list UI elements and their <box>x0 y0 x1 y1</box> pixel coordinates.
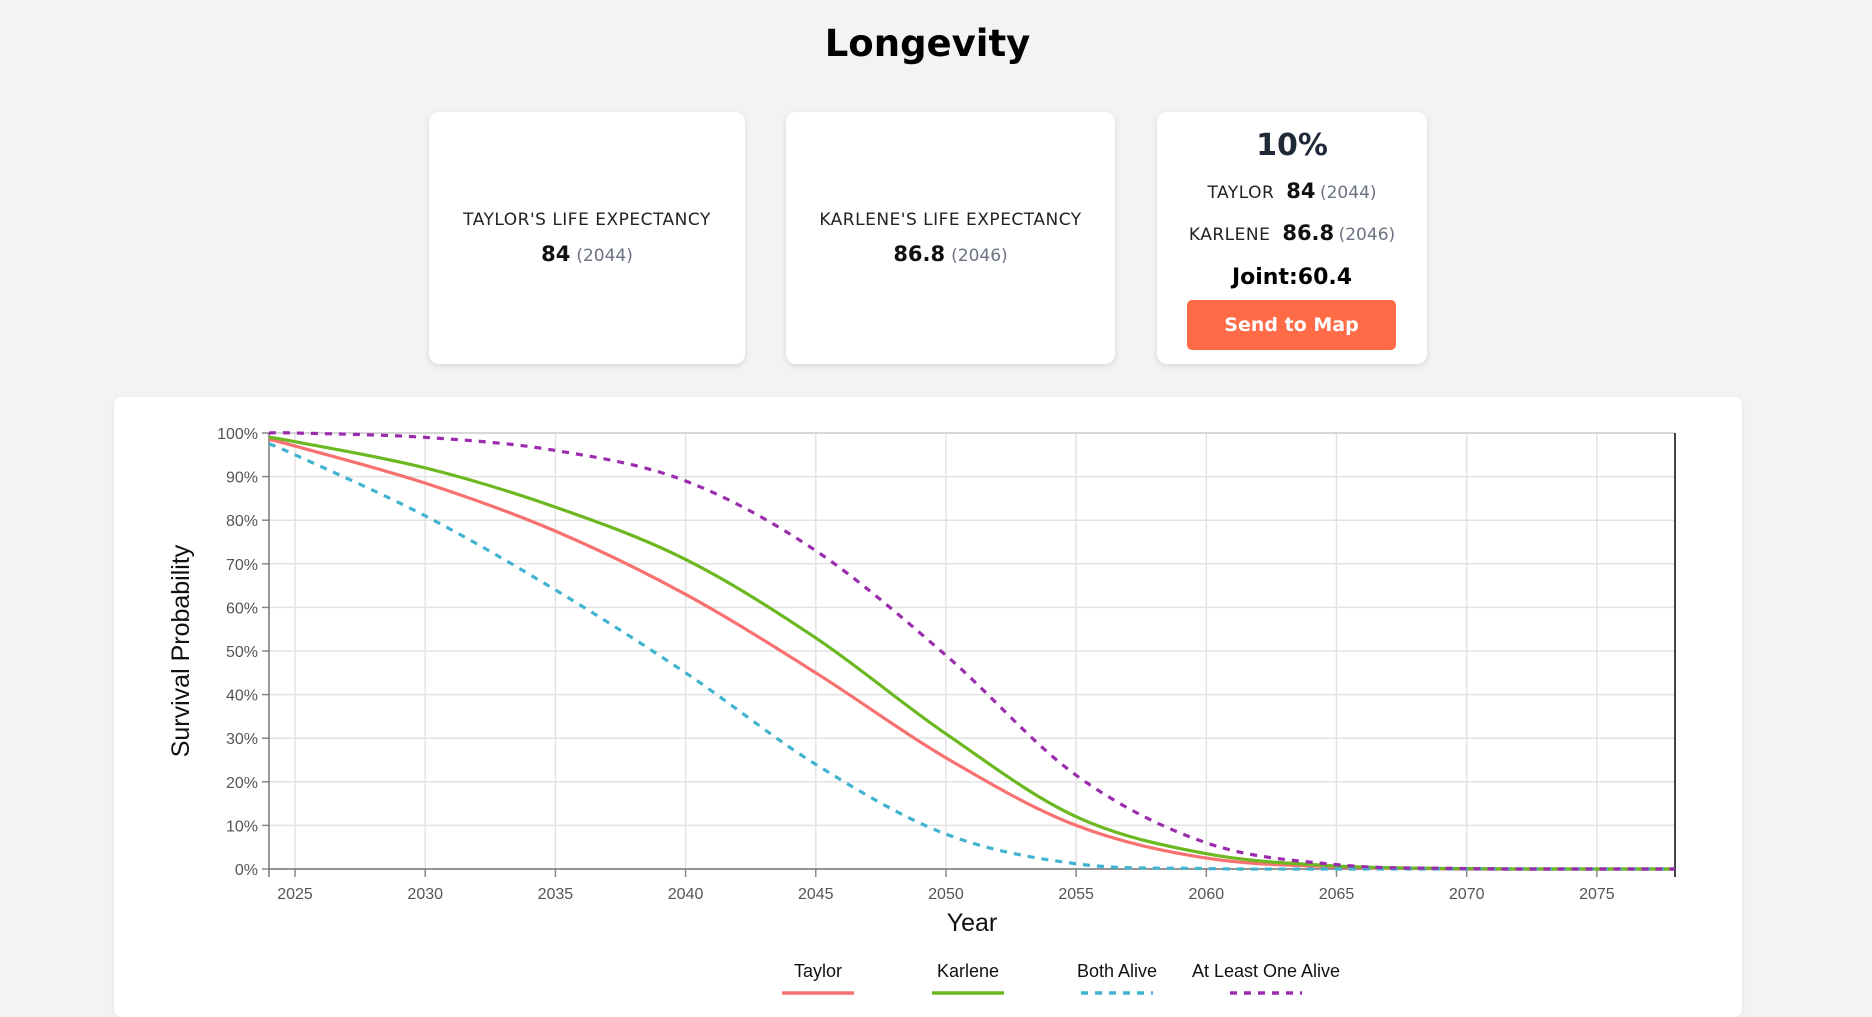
joint-row-taylor: TAYLOR 84 (2044) <box>1157 179 1427 203</box>
series-line-both-alive <box>268 442 1675 871</box>
legend-label: Karlene <box>937 961 999 981</box>
taylor-card-label: TAYLOR'S LIFE EXPECTANCY <box>463 210 711 230</box>
y-tick-label: 40% <box>226 688 258 705</box>
y-tick-label: 30% <box>226 731 258 748</box>
taylor-card-value: 84 <box>541 242 571 266</box>
y-tick-label: 70% <box>226 557 258 574</box>
y-tick-label: 90% <box>226 470 258 487</box>
x-axis-title: Year <box>947 909 998 937</box>
y-tick-label: 20% <box>226 775 258 792</box>
joint-row-karlene: KARLENE 86.8 (2046) <box>1157 221 1427 245</box>
x-tick-label: 2025 <box>277 886 313 903</box>
x-tick-label: 2070 <box>1449 886 1485 903</box>
survival-chart: 0% 10% 20% 30% 40% 50% 60% 70% 80% 90% 100% 2025 203… <box>167 426 1676 995</box>
joint-row-value: 84 <box>1286 179 1316 203</box>
taylor-card-year: (2044) <box>576 246 633 266</box>
y-tick-label: 10% <box>226 818 258 835</box>
page-title: Longevity <box>824 22 1031 65</box>
joint-percent: 10% <box>1256 128 1328 163</box>
joint-probability-card: 10% TAYLOR 84 (2044) KARLENE 86.8 (2046)… <box>1157 112 1427 364</box>
joint-row-name: KARLENE <box>1188 225 1271 245</box>
karlene-card-value: 86.8 <box>893 242 946 266</box>
karlene-life-expectancy-card: KARLENE'S LIFE EXPECTANCY 86.8 (2046) <box>786 112 1115 364</box>
y-tick-label: 100% <box>217 426 258 443</box>
x-tick-label: 2065 <box>1319 886 1355 903</box>
karlene-card-year: (2046) <box>951 246 1008 266</box>
joint-row-name: TAYLOR <box>1207 183 1275 203</box>
y-tick-label: 60% <box>226 600 258 617</box>
y-tick-label: 80% <box>226 513 258 530</box>
series-line-taylor <box>268 437 1675 871</box>
y-tick-label: 0% <box>235 862 258 879</box>
taylor-life-expectancy-card: TAYLOR'S LIFE EXPECTANCY 84 (2044) <box>429 112 745 364</box>
legend-label: Both Alive <box>1077 961 1157 981</box>
x-tick-label: 2060 <box>1189 886 1225 903</box>
y-tick-label: 50% <box>226 644 258 661</box>
joint-life-expectancy: Joint:60.4 <box>1231 265 1353 290</box>
legend-label: At Least One Alive <box>1192 961 1340 981</box>
x-tick-label: 2055 <box>1058 886 1094 903</box>
joint-row-year: (2044) <box>1319 183 1377 203</box>
survival-chart-panel: 0% 10% 20% 30% 40% 50% 60% 70% 80% 90% 100% 2025 203… <box>114 397 1742 1017</box>
send-to-map-button[interactable]: Send to Map <box>1187 300 1396 350</box>
x-tick-label: 2050 <box>928 886 964 903</box>
y-axis-title: Survival Probability <box>167 544 195 757</box>
x-tick-label: 2035 <box>538 886 574 903</box>
joint-row-year: (2046) <box>1338 225 1396 245</box>
x-tick-label: 2040 <box>668 886 704 903</box>
x-tick-label: 2075 <box>1579 886 1615 903</box>
karlene-card-label: KARLENE'S LIFE EXPECTANCY <box>819 210 1082 230</box>
x-tick-label: 2030 <box>407 886 443 903</box>
joint-row-value: 86.8 <box>1282 221 1335 245</box>
x-tick-label: 2045 <box>798 886 834 903</box>
legend-label: Taylor <box>794 961 842 981</box>
